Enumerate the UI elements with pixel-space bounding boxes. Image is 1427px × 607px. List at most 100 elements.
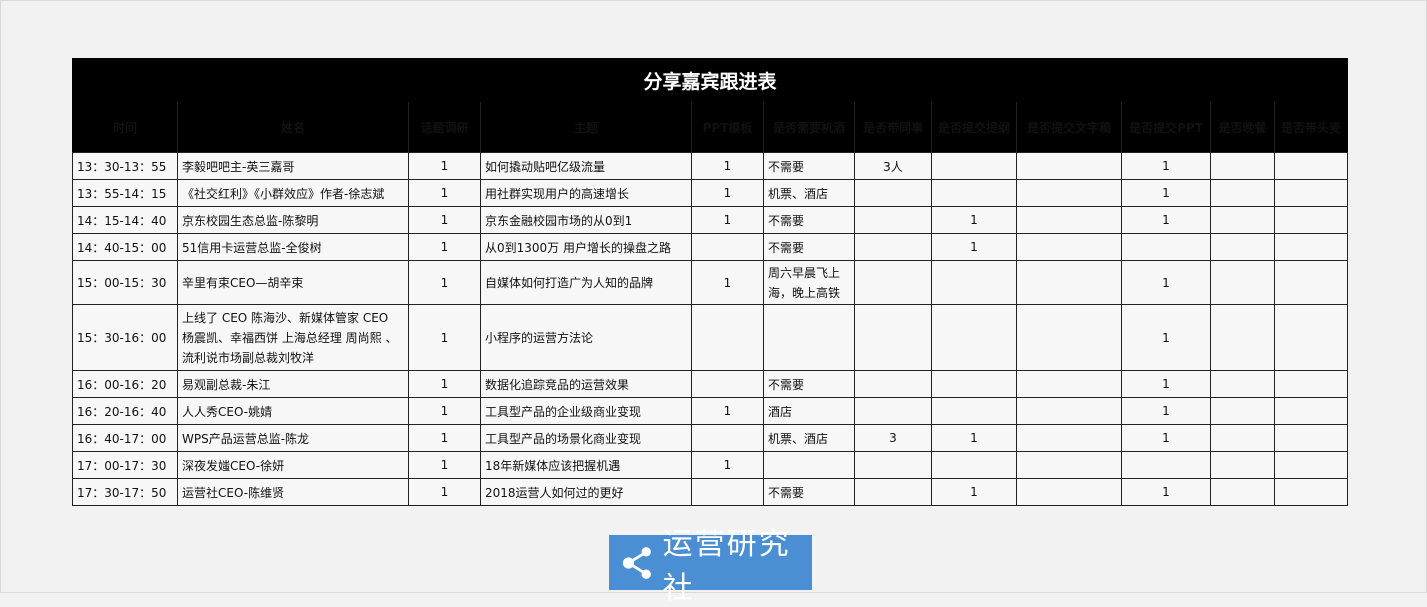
cell-dinner[interactable] [1210,370,1275,398]
cell-outline[interactable] [931,179,1017,207]
cell-transcript[interactable] [1016,478,1122,506]
cell-headset[interactable] [1273,179,1349,207]
cell-ppt[interactable]: 1 [1121,478,1211,506]
header-outline[interactable]: 是否提交提纲 [931,101,1017,153]
cell-colleague[interactable] [854,304,932,371]
cell-ppt[interactable]: 1 [1121,370,1211,398]
header-ppt[interactable]: 是否提交PPT [1121,101,1211,153]
cell-ppt-template[interactable] [691,478,764,506]
cell-time[interactable]: 17：30-17：50 [72,478,178,506]
cell-theme[interactable]: 用社群实现用户的高速增长 [480,179,692,207]
cell-theme[interactable]: 2018运营人如何过的更好 [480,478,692,506]
cell-ppt[interactable]: 1 [1121,304,1211,371]
cell-dinner[interactable] [1210,451,1275,479]
cell-topic-research[interactable]: 1 [408,206,481,234]
cell-transcript[interactable] [1016,152,1122,180]
cell-theme[interactable]: 工具型产品的企业级商业变现 [480,397,692,425]
cell-colleague[interactable]: 3人 [854,152,932,180]
cell-colleague[interactable] [854,179,932,207]
cell-ppt-template[interactable] [691,233,764,261]
cell-dinner[interactable] [1210,304,1275,371]
cell-headset[interactable] [1273,370,1349,398]
cell-transcript[interactable] [1016,370,1122,398]
cell-name[interactable]: 李毅吧吧主-英三嘉哥 [177,152,409,180]
cell-ppt-template[interactable]: 1 [691,397,764,425]
header-travel[interactable]: 是否需要机酒 [763,101,855,153]
cell-transcript[interactable] [1016,304,1122,371]
cell-ppt[interactable]: 1 [1121,206,1211,234]
cell-topic-research[interactable]: 1 [408,451,481,479]
cell-ppt-template[interactable]: 1 [691,179,764,207]
header-transcript[interactable]: 是否提交文字稿 [1016,101,1122,153]
cell-outline[interactable]: 1 [931,233,1017,261]
header-theme[interactable]: 主题 [480,101,692,153]
cell-time[interactable]: 15：00-15：30 [72,260,178,305]
cell-theme[interactable]: 数据化追踪竞品的运营效果 [480,370,692,398]
cell-colleague[interactable] [854,397,932,425]
cell-headset[interactable] [1273,152,1349,180]
cell-time[interactable]: 15：30-16：00 [72,304,178,371]
cell-travel[interactable]: 机票、酒店 [763,424,855,452]
cell-name[interactable]: 51信用卡运营总监-全俊树 [177,233,409,261]
cell-name[interactable]: 易观副总裁-朱江 [177,370,409,398]
cell-outline[interactable] [931,370,1017,398]
header-dinner[interactable]: 是否晚餐 [1210,101,1275,153]
cell-name[interactable]: 上线了 CEO 陈海沙、新媒体管家 CEO 杨震凯、幸福西饼 上海总经理 周尚熙… [177,304,409,371]
cell-theme[interactable]: 自媒体如何打造广为人知的品牌 [480,260,692,305]
cell-ppt-template[interactable] [691,304,764,371]
cell-topic-research[interactable]: 1 [408,179,481,207]
cell-travel[interactable]: 不需要 [763,370,855,398]
cell-transcript[interactable] [1016,260,1122,305]
cell-topic-research[interactable]: 1 [408,478,481,506]
cell-topic-research[interactable]: 1 [408,397,481,425]
cell-theme[interactable]: 小程序的运营方法论 [480,304,692,371]
cell-ppt-template[interactable]: 1 [691,152,764,180]
cell-transcript[interactable] [1016,179,1122,207]
cell-dinner[interactable] [1210,424,1275,452]
cell-travel[interactable]: 不需要 [763,478,855,506]
header-name[interactable]: 姓名 [177,101,409,153]
cell-outline[interactable]: 1 [931,424,1017,452]
cell-theme[interactable]: 18年新媒体应该把握机遇 [480,451,692,479]
cell-colleague[interactable] [854,233,932,261]
cell-ppt[interactable]: 1 [1121,260,1211,305]
cell-travel[interactable]: 不需要 [763,152,855,180]
cell-theme[interactable]: 工具型产品的场景化商业变现 [480,424,692,452]
cell-colleague[interactable] [854,260,932,305]
cell-dinner[interactable] [1210,179,1275,207]
cell-ppt-template[interactable]: 1 [691,451,764,479]
header-ppt-template[interactable]: PPT模板 [691,101,764,153]
cell-topic-research[interactable]: 1 [408,233,481,261]
cell-dinner[interactable] [1210,233,1275,261]
cell-dinner[interactable] [1210,260,1275,305]
cell-time[interactable]: 13：55-14：15 [72,179,178,207]
cell-travel[interactable]: 周六早晨飞上海，晚上高铁 [763,260,855,305]
cell-colleague[interactable]: 3 [854,424,932,452]
cell-topic-research[interactable]: 1 [408,370,481,398]
cell-time[interactable]: 14：40-15：00 [72,233,178,261]
cell-ppt[interactable]: 1 [1121,179,1211,207]
cell-name[interactable]: 运营社CEO-陈维贤 [177,478,409,506]
cell-travel[interactable]: 不需要 [763,233,855,261]
cell-outline[interactable] [931,260,1017,305]
cell-ppt[interactable]: 1 [1121,424,1211,452]
cell-colleague[interactable] [854,206,932,234]
cell-dinner[interactable] [1210,152,1275,180]
cell-outline[interactable] [931,397,1017,425]
cell-time[interactable]: 17：00-17：30 [72,451,178,479]
cell-ppt[interactable] [1121,233,1211,261]
cell-ppt-template[interactable]: 1 [691,206,764,234]
cell-time[interactable]: 16：20-16：40 [72,397,178,425]
cell-outline[interactable] [931,451,1017,479]
cell-ppt[interactable]: 1 [1121,397,1211,425]
header-colleague[interactable]: 是否带同事 [854,101,932,153]
cell-transcript[interactable] [1016,451,1122,479]
cell-headset[interactable] [1273,451,1349,479]
cell-ppt[interactable]: 1 [1121,152,1211,180]
cell-transcript[interactable] [1016,206,1122,234]
cell-ppt[interactable] [1121,451,1211,479]
cell-transcript[interactable] [1016,397,1122,425]
cell-travel[interactable]: 酒店 [763,397,855,425]
cell-ppt-template[interactable] [691,424,764,452]
cell-name[interactable]: WPS产品运营总监-陈龙 [177,424,409,452]
